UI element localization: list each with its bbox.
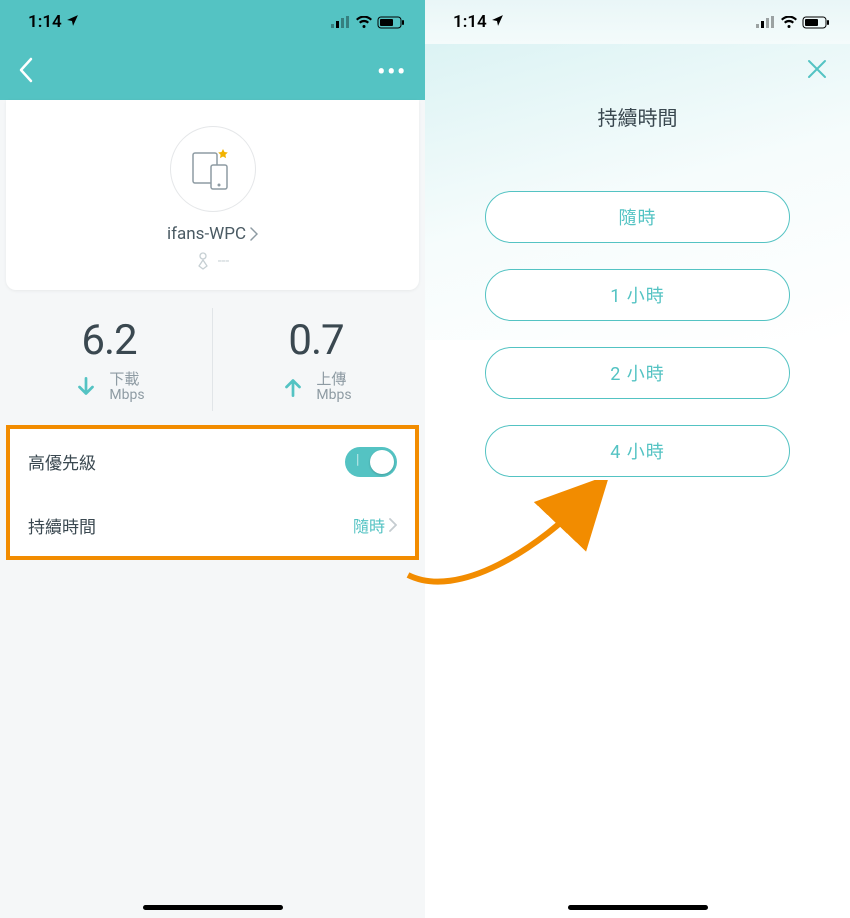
- upload-col: 0.7 上傳 Mbps: [213, 308, 419, 411]
- home-indicator[interactable]: [568, 905, 708, 910]
- clock-text: 1:14: [28, 12, 62, 32]
- option-2hours[interactable]: 2 小時: [485, 347, 790, 399]
- status-time: 1:14: [453, 12, 504, 32]
- device-sub-text: ---: [218, 253, 230, 269]
- settings-highlight-box: 高優先級 持續時間 隨時: [6, 425, 419, 560]
- screen-device-detail: 1:14 ••• ifans-WPC: [0, 0, 425, 918]
- location-icon: [491, 14, 504, 31]
- upload-value: 0.7: [213, 316, 419, 365]
- duration-label: 持續時間: [28, 513, 96, 538]
- download-col: 6.2 下載 Mbps: [6, 308, 213, 411]
- priority-row: 高優先級: [10, 429, 415, 495]
- signal-icon: [756, 16, 776, 28]
- priority-toggle[interactable]: [345, 447, 397, 477]
- device-name-row[interactable]: ifans-WPC: [6, 224, 419, 244]
- device-sub: ---: [6, 252, 419, 270]
- header-bar: •••: [0, 44, 425, 100]
- status-icons: [756, 16, 830, 29]
- upload-arrow-icon: [280, 374, 306, 400]
- page-title: 持續時間: [425, 102, 850, 131]
- download-label: 下載: [109, 371, 144, 388]
- clock-text: 1:14: [453, 12, 487, 32]
- home-indicator[interactable]: [143, 905, 283, 910]
- device-name: ifans-WPC: [167, 224, 246, 244]
- screen-duration-picker: 1:14 持續時間 隨時 1 小時 2 小時 4 小時: [425, 0, 850, 918]
- location-icon: [66, 14, 79, 31]
- device-icon: [170, 126, 256, 212]
- duration-row[interactable]: 持續時間 隨時: [10, 495, 415, 556]
- person-icon: [196, 252, 210, 270]
- chevron-right-icon: [250, 227, 258, 241]
- speed-section: 6.2 下載 Mbps 0.7 上傳 Mbps: [6, 308, 419, 411]
- chevron-right-icon: [389, 513, 397, 537]
- signal-icon: [331, 16, 351, 28]
- back-button[interactable]: [18, 57, 34, 88]
- upload-label: 上傳: [316, 371, 351, 388]
- option-4hours[interactable]: 4 小時: [485, 425, 790, 477]
- duration-value: 隨時: [353, 513, 385, 537]
- status-bar: 1:14: [425, 0, 850, 44]
- status-icons: [331, 16, 405, 29]
- status-time: 1:14: [28, 12, 79, 32]
- battery-icon: [802, 16, 830, 29]
- battery-icon: [377, 16, 405, 29]
- status-bar: 1:14: [0, 0, 425, 44]
- download-unit: Mbps: [109, 388, 144, 403]
- priority-label: 高優先級: [28, 449, 96, 474]
- wifi-icon: [355, 16, 373, 29]
- download-arrow-icon: [73, 374, 99, 400]
- wifi-icon: [780, 16, 798, 29]
- more-button[interactable]: •••: [377, 60, 407, 85]
- duration-options: 隨時 1 小時 2 小時 4 小時: [425, 191, 850, 477]
- close-button[interactable]: [806, 58, 828, 86]
- download-value: 6.2: [6, 316, 212, 365]
- device-card: ifans-WPC ---: [6, 100, 419, 290]
- close-row: [425, 44, 850, 86]
- option-anytime[interactable]: 隨時: [485, 191, 790, 243]
- option-1hour[interactable]: 1 小時: [485, 269, 790, 321]
- upload-unit: Mbps: [316, 388, 351, 403]
